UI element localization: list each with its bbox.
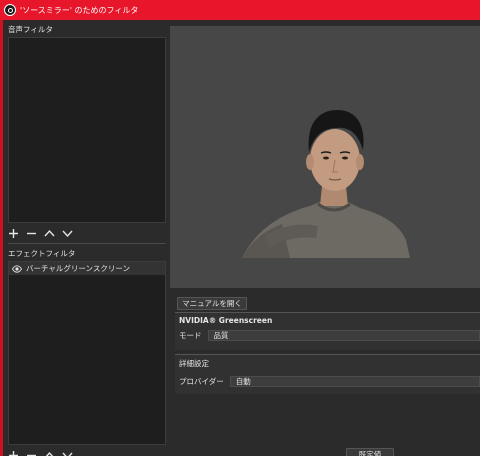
add-icon[interactable] [8, 228, 20, 239]
person-preview-image [242, 110, 410, 258]
obs-logo-icon [4, 4, 16, 16]
advanced-settings-group: 詳細設定 プロバイダー 自動 [175, 354, 480, 394]
audio-filters-toolbar [8, 226, 74, 240]
audio-filters-list[interactable] [8, 37, 166, 223]
provider-select[interactable]: 自動 [229, 375, 480, 387]
greenscreen-properties: NVIDIA® Greenscreen モード 品質 [175, 312, 480, 350]
open-manual-button[interactable]: マニュアルを開く [177, 297, 247, 310]
section-divider [8, 243, 166, 244]
title-bar: 'ソースミラー' のためのフィルタ [0, 0, 480, 20]
filter-item-virtual-greenscreen[interactable]: バーチャルグリーンスクリーン [9, 262, 165, 275]
window-title: 'ソースミラー' のためのフィルタ [20, 5, 139, 15]
filter-item-label: バーチャルグリーンスクリーン [26, 264, 131, 273]
advanced-settings-title: 詳細設定 [179, 359, 209, 368]
move-up-icon[interactable] [44, 450, 56, 456]
provider-row: プロバイダー 自動 [175, 374, 480, 388]
defaults-button[interactable]: 既定値 [346, 448, 394, 456]
move-up-icon[interactable] [44, 228, 56, 239]
add-icon[interactable] [8, 450, 20, 456]
mode-label: モード [179, 330, 202, 340]
effect-filters-list[interactable]: バーチャルグリーンスクリーン [8, 261, 166, 445]
window-border [0, 20, 3, 456]
effect-filters-label: エフェクトフィルタ [8, 249, 76, 258]
audio-filters-label: 音声フィルタ [8, 25, 53, 34]
provider-label: プロバイダー [179, 376, 224, 386]
visibility-eye-icon[interactable] [12, 264, 22, 273]
move-down-icon[interactable] [62, 450, 74, 456]
properties-section-title: NVIDIA® Greenscreen [179, 316, 273, 325]
effect-filters-toolbar [8, 448, 74, 456]
remove-icon[interactable] [26, 450, 38, 456]
mode-row: モード 品質 [175, 328, 480, 342]
source-preview [170, 26, 480, 288]
remove-icon[interactable] [26, 228, 38, 239]
mode-select[interactable]: 品質 [207, 329, 480, 341]
move-down-icon[interactable] [62, 228, 74, 239]
